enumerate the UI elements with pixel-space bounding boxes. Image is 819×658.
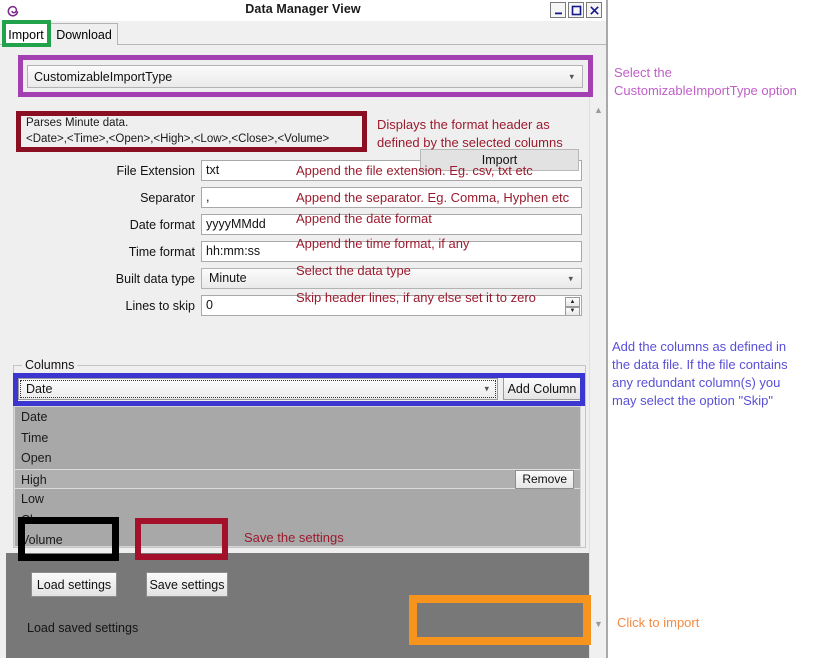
- chevron-down-icon: ▾: [569, 71, 574, 81]
- list-item[interactable]: Open: [15, 448, 580, 469]
- data-manager-window: Data Manager View Import Download Custom…: [0, 0, 608, 658]
- list-item-label: Volume: [21, 533, 63, 547]
- lines-to-skip-value: 0: [206, 298, 213, 312]
- annotation-built-data-type-hint: Select the data type: [296, 263, 411, 278]
- import-type-value: CustomizableImportType: [34, 69, 173, 84]
- label-file-extension: File Extension: [116, 164, 195, 178]
- list-item-label: Low: [21, 492, 44, 506]
- window-controls: [550, 2, 602, 18]
- load-saved-settings-label: Load saved settings: [27, 621, 139, 635]
- remove-column-button[interactable]: Remove: [515, 469, 574, 489]
- load-settings-label: Load settings: [36, 577, 112, 592]
- window-title: Data Manager View: [245, 2, 361, 16]
- load-settings-button[interactable]: Load settings: [31, 572, 117, 597]
- annotation-format-header: Displays the format header as defined by…: [377, 117, 563, 150]
- spinner-down-icon[interactable]: ▼: [565, 306, 580, 315]
- list-item-label: Time: [21, 430, 49, 445]
- screenshot-root: Data Manager View Import Download Custom…: [0, 0, 819, 658]
- list-item-label: Close: [21, 512, 53, 527]
- chevron-down-icon: ▾: [484, 383, 489, 394]
- label-time-format: Time format: [128, 245, 195, 259]
- add-column-button[interactable]: Add Column: [503, 377, 581, 400]
- label-date-format: Date format: [129, 218, 195, 232]
- annotation-date-format-hint: Append the date format: [296, 211, 432, 226]
- annotation-file-extension-hint: Append the file extension. Eg. csv, txt …: [296, 163, 533, 178]
- annotation-columns: Add the columns as defined in the data f…: [612, 339, 788, 408]
- label-separator: Separator: [140, 191, 195, 205]
- columns-legend: Columns: [22, 358, 78, 372]
- annotation-save-settings: Save the settings: [244, 530, 344, 545]
- list-item[interactable]: Date: [15, 407, 580, 428]
- annotation-time-format-hint: Append the time format, if any: [296, 236, 470, 251]
- list-item-label: Date: [21, 410, 48, 424]
- annotation-select-import-type: Select the CustomizableImportType option: [614, 65, 797, 98]
- label-lines-to-skip: Lines to skip: [125, 299, 195, 313]
- list-item[interactable]: Time: [15, 428, 580, 449]
- list-item[interactable]: High Remove: [15, 468, 580, 489]
- list-item[interactable]: Close: [15, 510, 580, 531]
- label-built-data-type: Built data type: [115, 272, 195, 286]
- annotation-import: Click to import: [617, 615, 700, 630]
- column-select-value: Date: [26, 382, 53, 396]
- remove-column-label: Remove: [522, 471, 567, 486]
- tab-import[interactable]: Import: [3, 23, 49, 45]
- save-settings-label: Save settings: [149, 577, 225, 592]
- built-data-type-value: Minute: [209, 271, 247, 285]
- columns-list[interactable]: Date Time Open High Remove Low Close Vol…: [14, 406, 581, 547]
- close-icon[interactable]: [586, 2, 602, 18]
- chevron-down-icon[interactable]: ▼: [590, 615, 607, 632]
- format-header-text: Parses Minute data. <Date>,<Time>,<Open>…: [20, 113, 363, 152]
- tab-strip: Import Download: [0, 21, 606, 45]
- format-header-line2: <Date>,<Time>,<Open>,<High>,<Low>,<Close…: [26, 133, 330, 145]
- tab-download[interactable]: Download: [50, 23, 118, 45]
- tab-import-label: Import: [8, 27, 44, 42]
- add-column-label: Add Column: [507, 381, 577, 396]
- spinner-up-icon[interactable]: ▲: [565, 297, 580, 307]
- column-select-combobox[interactable]: Date ▾: [18, 378, 498, 400]
- import-type-combobox[interactable]: CustomizableImportType ▾: [27, 65, 583, 88]
- title-bar: Data Manager View: [0, 0, 606, 21]
- annotation-lines-to-skip-hint: Skip header lines, if any else set it to…: [296, 290, 536, 305]
- lines-to-skip-spinner[interactable]: ▲ ▼: [565, 297, 580, 315]
- format-header-line1: Parses Minute data.: [26, 117, 129, 129]
- minimize-icon[interactable]: [550, 2, 566, 18]
- list-item[interactable]: Low: [15, 489, 580, 510]
- save-settings-button[interactable]: Save settings: [146, 572, 228, 597]
- maximize-icon[interactable]: [568, 2, 584, 18]
- list-item-label: High: [21, 472, 47, 487]
- tab-download-label: Download: [56, 27, 112, 42]
- settings-area: Load settings Save settings Load saved s…: [6, 553, 594, 658]
- list-item-label: Open: [21, 451, 52, 465]
- annotation-separator-hint: Append the separator. Eg. Comma, Hyphen …: [296, 190, 570, 205]
- vertical-scrollbar[interactable]: ▲ ▼: [589, 90, 606, 658]
- chevron-down-icon: ▾: [568, 273, 573, 283]
